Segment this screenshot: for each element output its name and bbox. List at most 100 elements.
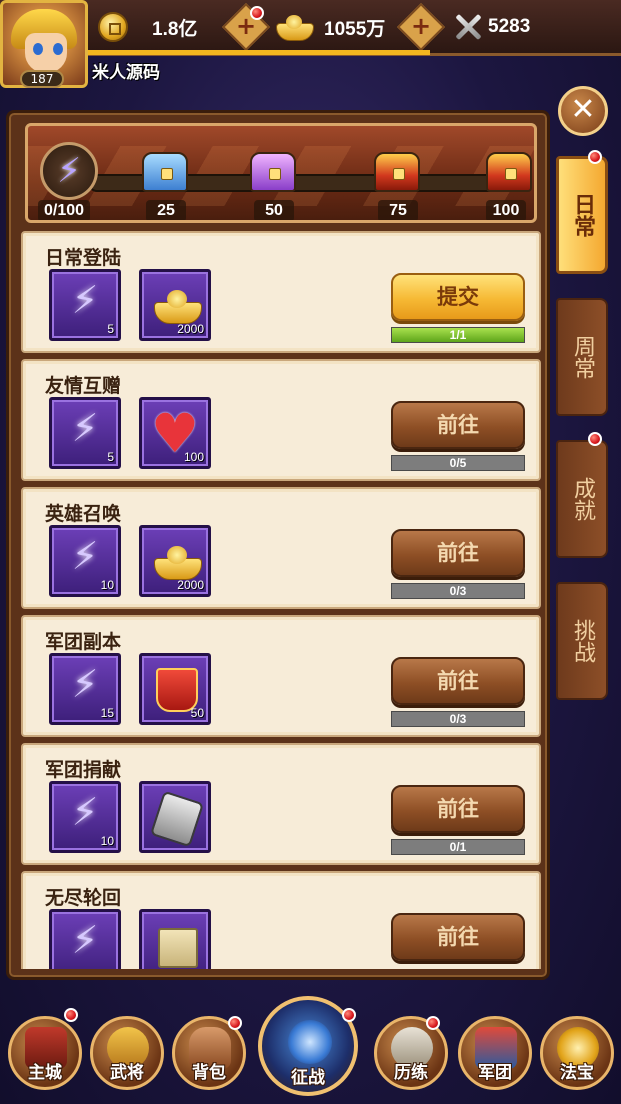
reward-gold-slot[interactable]: 2000 — [139, 269, 211, 341]
go-button[interactable]: 前往 — [391, 913, 525, 961]
chest-purple-icon[interactable] — [250, 152, 296, 192]
chest-blue-icon[interactable] — [142, 152, 188, 192]
go-button[interactable]: 前往 — [391, 401, 525, 449]
milestone-label: 25 — [146, 200, 186, 220]
reward-quantity: 10 — [100, 578, 114, 592]
task-title: 英雄召唤 — [45, 503, 122, 525]
player-name: 米人源码 — [92, 63, 160, 83]
activity-energy-icon: ⚡ — [40, 142, 98, 200]
player-level: 187 — [20, 70, 64, 88]
task-progress-bar: 0/5 — [391, 455, 525, 471]
milestone-label: 100 — [486, 200, 526, 220]
copper-coin-icon — [98, 12, 128, 42]
copper-amount: 1.8亿 — [152, 18, 198, 40]
task-card: 英雄召唤 ⚡ 10 2000 前往 0/3 — [21, 487, 541, 609]
task-card: 军团副本 ⚡ 15 50 前往 0/3 — [21, 615, 541, 737]
gold-ingot-icon — [276, 15, 314, 41]
nav-legion[interactable]: 军团 — [458, 1016, 532, 1090]
gold-resource: 1055万 — [276, 8, 385, 46]
gold-amount: 1055万 — [324, 18, 386, 40]
go-button[interactable]: 前往 — [391, 529, 525, 577]
experience-bar — [88, 50, 430, 55]
bolt-icon: ⚡ — [71, 278, 99, 322]
crossed-swords-icon — [452, 11, 484, 43]
task-card: 无尽轮回 ⚡ 前往 — [21, 871, 541, 969]
reward-token-slot[interactable] — [139, 781, 211, 853]
reward-quantity: 100 — [183, 450, 204, 464]
nav-main-city[interactable]: 主城 — [8, 1016, 82, 1090]
task-card: 日常登陆 ⚡ 5 2000 提交 1/1 — [21, 231, 541, 353]
tab-challenge[interactable]: 挑战 — [556, 582, 608, 700]
task-title: 军团副本 — [45, 631, 122, 653]
tab-weekly[interactable]: 周常 — [556, 298, 608, 416]
copper-resource: 1.8亿 — [98, 8, 197, 46]
bolt-icon: ⚡ — [71, 406, 99, 450]
task-title: 友情互赠 — [45, 375, 122, 397]
task-progress-bar: 0/1 — [391, 839, 525, 855]
reward-quantity: 5 — [107, 322, 114, 336]
tab-daily-badge — [588, 150, 602, 164]
task-progress-text: 0/1 — [449, 840, 467, 854]
task-progress-bar: 1/1 — [391, 327, 525, 343]
task-title: 无尽轮回 — [45, 887, 122, 909]
nav-generals[interactable]: 武将 — [90, 1016, 164, 1090]
tab-achievement-badge — [588, 432, 602, 446]
portal-icon — [288, 1020, 332, 1064]
chest-red-icon[interactable] — [486, 152, 532, 192]
scroll-icon — [158, 928, 198, 968]
gold-ingot-icon — [154, 290, 202, 324]
reward-energy-slot[interactable]: ⚡ — [49, 909, 121, 969]
reward-quantity: 2000 — [177, 578, 204, 592]
add-copper-badge — [250, 6, 264, 20]
reward-energy-slot[interactable]: ⚡ 10 — [49, 781, 121, 853]
task-progress-text: 1/1 — [449, 328, 467, 342]
reward-energy-slot[interactable]: ⚡ 5 — [49, 397, 121, 469]
task-title: 军团捐献 — [45, 759, 122, 781]
reward-quantity: 10 — [100, 834, 114, 848]
nav-campaign-badge — [342, 1008, 356, 1022]
submit-button[interactable]: 提交 — [391, 273, 525, 321]
power-amount: 5283 — [488, 16, 531, 37]
task-card: 军团捐献 ⚡ 10 前往 0/1 — [21, 743, 541, 865]
activity-current: 0/100 — [38, 200, 91, 220]
task-progress-text: 0/3 — [449, 712, 467, 726]
milestone-label: 50 — [254, 200, 294, 220]
tab-daily[interactable]: 日常 — [556, 156, 608, 274]
reward-legion-banner-slot[interactable]: 50 — [139, 653, 211, 725]
activity-progress-banner: ⚡ 0/100 25 50 75 100 — [25, 123, 537, 223]
bottom-navigation: 主城 武将 背包 征战 历练 军团 法宝 — [0, 996, 621, 1104]
reward-scroll-slot[interactable] — [139, 909, 211, 969]
top-resource-bar: 1.8亿 + 1055万 + 5283 — [0, 0, 621, 56]
reward-quantity: 2000 — [177, 322, 204, 336]
eye-art — [33, 43, 43, 55]
eye-art — [53, 43, 63, 55]
reward-quantity: 5 — [107, 450, 114, 464]
chest-red-icon[interactable] — [374, 152, 420, 192]
nav-backpack-badge — [228, 1016, 242, 1030]
reward-gold-slot[interactable]: 2000 — [139, 525, 211, 597]
task-title: 日常登陆 — [45, 247, 122, 269]
bolt-icon: ⚡ — [71, 534, 99, 578]
task-progress-text: 0/3 — [449, 584, 467, 598]
task-progress-bar: 0/3 — [391, 583, 525, 599]
bolt-icon: ⚡ — [71, 790, 99, 834]
tab-achievement[interactable]: 成就 — [556, 440, 608, 558]
close-button[interactable]: ✕ — [558, 86, 608, 136]
task-list[interactable]: 日常登陆 ⚡ 5 2000 提交 1/1 友情互赠 ⚡ 5 ♥ 100 前往 0… — [21, 231, 541, 969]
reward-energy-slot[interactable]: ⚡ 5 — [49, 269, 121, 341]
reward-energy-slot[interactable]: ⚡ 10 — [49, 525, 121, 597]
daily-task-panel: ⚡ 0/100 25 50 75 100 日常登陆 ⚡ 5 2000 提交 1/ — [6, 110, 550, 980]
nav-main-city-badge — [64, 1008, 78, 1022]
reward-friendship-slot[interactable]: ♥ 100 — [139, 397, 211, 469]
nav-training-badge — [426, 1016, 440, 1030]
add-gold-button[interactable]: + — [396, 2, 446, 52]
go-button[interactable]: 前往 — [391, 785, 525, 833]
task-progress-text: 0/5 — [449, 456, 467, 470]
reward-energy-slot[interactable]: ⚡ 15 — [49, 653, 121, 725]
bolt-icon: ⚡ — [71, 918, 99, 962]
go-button[interactable]: 前往 — [391, 657, 525, 705]
task-progress-bar: 0/3 — [391, 711, 525, 727]
nav-treasure[interactable]: 法宝 — [540, 1016, 614, 1090]
power-resource: 5283 — [452, 8, 530, 46]
task-card: 友情互赠 ⚡ 5 ♥ 100 前往 0/5 — [21, 359, 541, 481]
